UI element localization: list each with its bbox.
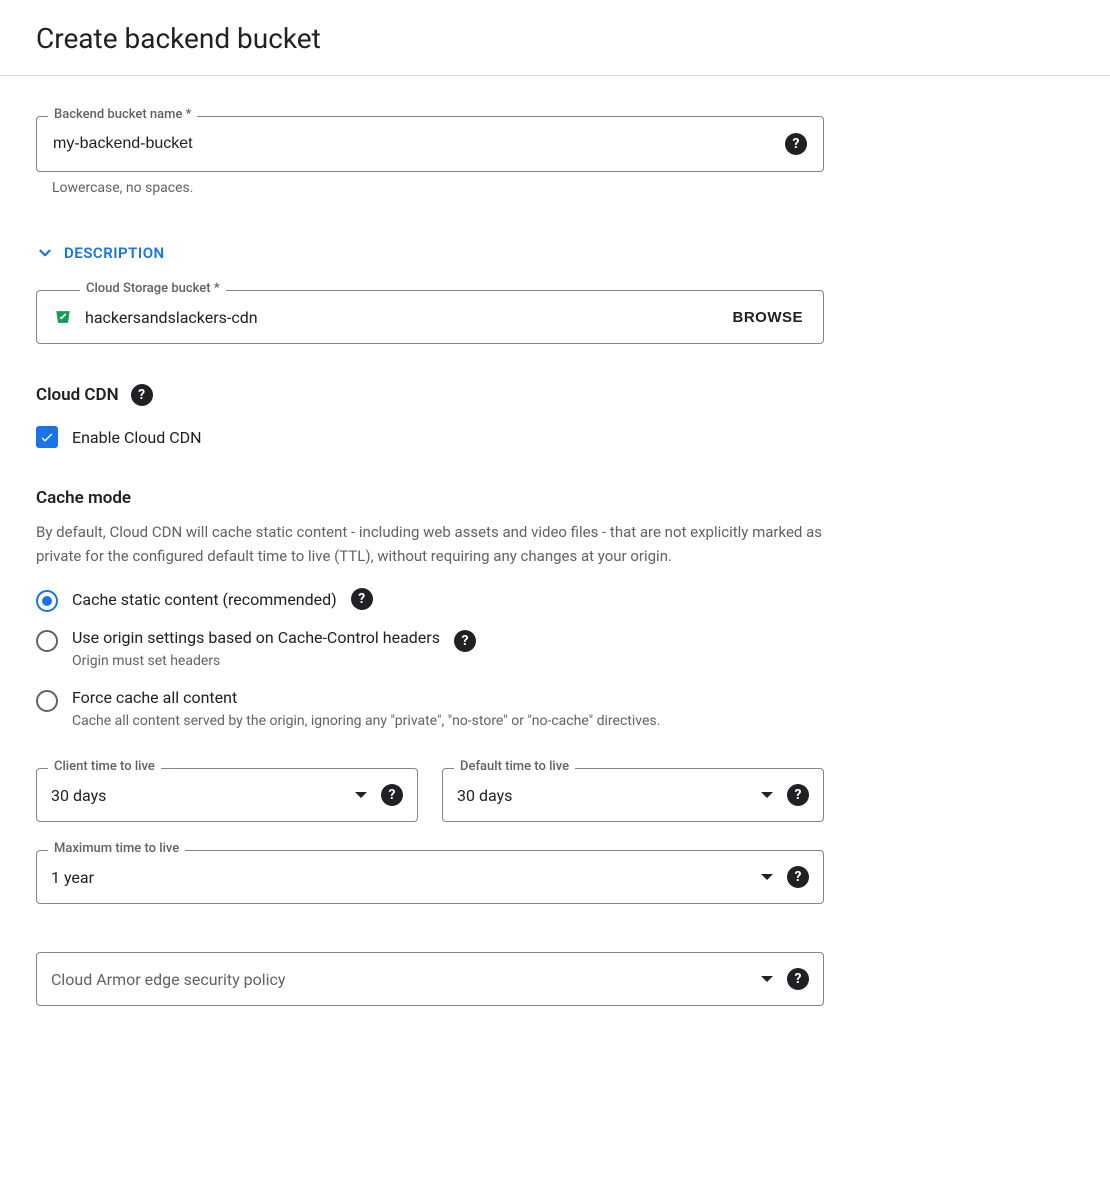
- backend-name-label: Backend bucket name *: [48, 107, 197, 122]
- dropdown-icon: [761, 792, 773, 798]
- radio-cache-static-label: Cache static content (recommended): [72, 590, 337, 609]
- backend-name-helper: Lowercase, no spaces.: [52, 180, 824, 196]
- help-icon[interactable]: ?: [454, 630, 476, 652]
- page-header: Create backend bucket: [0, 0, 1110, 76]
- radio-cache-origin-label: Use origin settings based on Cache-Contr…: [72, 628, 440, 647]
- storage-bucket-value: hackersandslackers-cdn: [85, 308, 733, 327]
- help-icon[interactable]: ?: [351, 588, 373, 610]
- radio-cache-origin: Use origin settings based on Cache-Contr…: [36, 620, 824, 680]
- radio-cache-force-sub: Cache all content served by the origin, …: [72, 711, 660, 732]
- radio-cache-origin-sub: Origin must set headers: [72, 651, 440, 672]
- cache-description: By default, Cloud CDN will cache static …: [36, 520, 824, 568]
- client-ttl-select[interactable]: 30 days ?: [36, 768, 418, 822]
- help-icon[interactable]: ?: [381, 784, 403, 806]
- help-icon[interactable]: ?: [785, 133, 807, 155]
- dropdown-icon: [761, 976, 773, 982]
- default-ttl-field: Default time to live 30 days ?: [442, 768, 824, 822]
- backend-name-input[interactable]: [53, 135, 785, 153]
- browse-button[interactable]: BROWSE: [733, 309, 804, 326]
- chevron-down-icon: [36, 244, 54, 262]
- cdn-heading: Cloud CDN ?: [36, 384, 824, 406]
- dropdown-icon: [761, 874, 773, 880]
- enable-cdn-label: Enable Cloud CDN: [72, 428, 202, 447]
- max-ttl-field: Maximum time to live 1 year ?: [36, 850, 824, 904]
- enable-cdn-checkbox[interactable]: [36, 426, 58, 448]
- max-ttl-label: Maximum time to live: [48, 841, 185, 856]
- radio-cache-force: Force cache all content Cache all conten…: [36, 680, 824, 740]
- help-icon[interactable]: ?: [787, 866, 809, 888]
- cdn-section: Cloud CDN ? Enable Cloud CDN: [36, 384, 824, 448]
- bucket-icon: [53, 307, 73, 327]
- radio-cache-static-input[interactable]: [36, 590, 58, 612]
- description-toggle-label: DESCRIPTION: [64, 244, 165, 262]
- default-ttl-label: Default time to live: [454, 759, 575, 774]
- armor-field: Cloud Armor edge security policy ?: [36, 952, 824, 1006]
- check-icon: [39, 429, 55, 445]
- dropdown-icon: [355, 792, 367, 798]
- help-icon[interactable]: ?: [787, 784, 809, 806]
- default-ttl-select[interactable]: 30 days ?: [442, 768, 824, 822]
- client-ttl-label: Client time to live: [48, 759, 161, 774]
- armor-select[interactable]: Cloud Armor edge security policy ?: [36, 952, 824, 1006]
- cache-radio-group: Cache static content (recommended) ? Use…: [36, 580, 824, 740]
- storage-bucket-box[interactable]: hackersandslackers-cdn BROWSE: [36, 290, 824, 344]
- help-icon[interactable]: ?: [131, 384, 153, 406]
- storage-bucket-field: Cloud Storage bucket * hackersandslacker…: [36, 290, 824, 344]
- client-ttl-field: Client time to live 30 days ?: [36, 768, 418, 822]
- enable-cdn-row: Enable Cloud CDN: [36, 426, 824, 448]
- storage-bucket-label: Cloud Storage bucket *: [80, 281, 226, 296]
- radio-cache-force-input[interactable]: [36, 690, 58, 712]
- cache-heading: Cache mode: [36, 488, 824, 508]
- radio-cache-static: Cache static content (recommended) ?: [36, 580, 824, 620]
- help-icon[interactable]: ?: [787, 968, 809, 990]
- description-toggle[interactable]: DESCRIPTION: [36, 244, 165, 262]
- cdn-heading-text: Cloud CDN: [36, 385, 119, 405]
- armor-placeholder: Cloud Armor edge security policy: [51, 970, 761, 989]
- max-ttl-value: 1 year: [51, 868, 761, 887]
- max-ttl-select[interactable]: 1 year ?: [36, 850, 824, 904]
- radio-cache-force-label: Force cache all content: [72, 688, 660, 707]
- form-content: Backend bucket name * ? Lowercase, no sp…: [0, 76, 860, 1054]
- backend-name-input-box[interactable]: ?: [36, 116, 824, 172]
- ttl-row: Client time to live 30 days ? Default ti…: [36, 768, 824, 822]
- backend-name-field: Backend bucket name * ?: [36, 116, 824, 172]
- cache-section: Cache mode By default, Cloud CDN will ca…: [36, 488, 824, 1006]
- client-ttl-value: 30 days: [51, 786, 355, 805]
- page-title: Create backend bucket: [36, 22, 1074, 55]
- radio-cache-origin-input[interactable]: [36, 630, 58, 652]
- default-ttl-value: 30 days: [457, 786, 761, 805]
